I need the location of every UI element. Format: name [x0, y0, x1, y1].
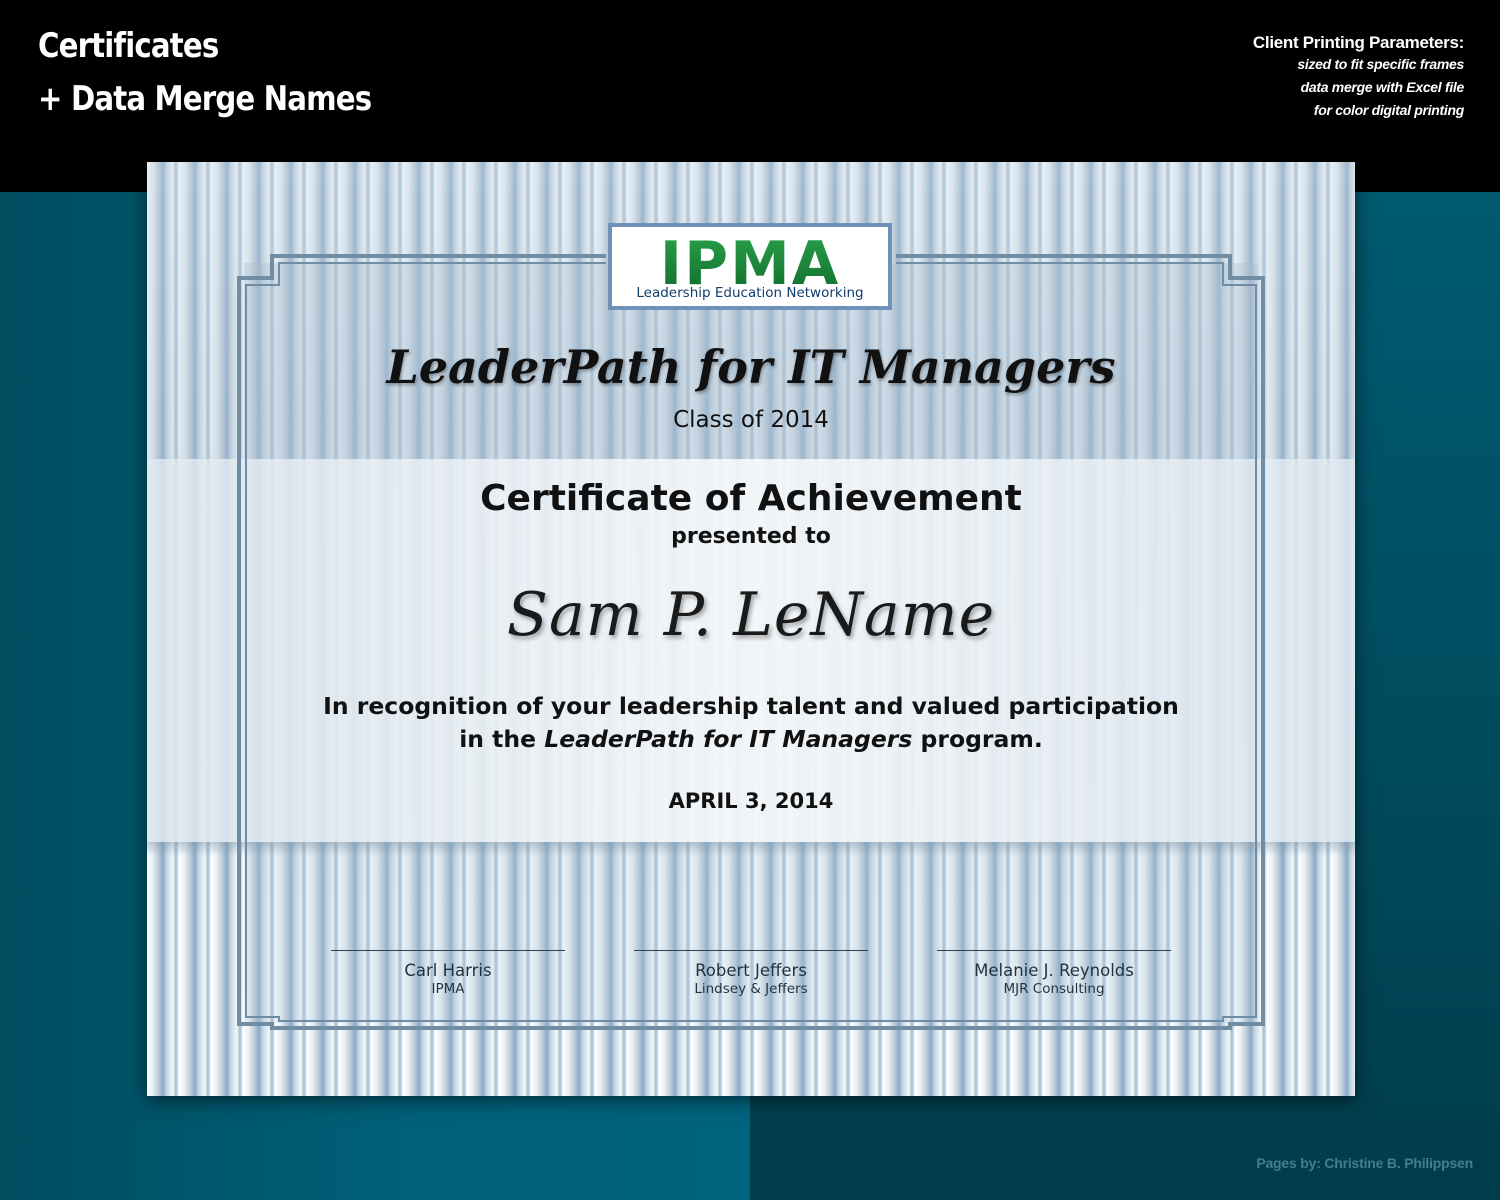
params-line: for color digital printing [1313, 102, 1464, 118]
recognition-program: LeaderPath for IT Managers [544, 725, 913, 753]
signature-block: Melanie J. Reynolds MJR Consulting [937, 950, 1171, 998]
signature-block: Carl Harris IPMA [331, 950, 565, 998]
printing-parameters: Client Printing Parameters: sized to fit… [1253, 33, 1464, 122]
page-title-line2: + Data Merge Names [38, 79, 372, 119]
signatory-org: Lindsey & Jeffers [694, 981, 808, 997]
signature-line [634, 950, 868, 951]
class-of: Class of 2014 [673, 407, 829, 433]
footer-credit: Pages by: Christine B. Philippsen [1256, 1155, 1473, 1171]
signature-line [331, 950, 565, 951]
recognition-text: In recognition of your leadership talent… [147, 690, 1355, 756]
recognition-line1: In recognition of your leadership talent… [323, 692, 1179, 720]
page-title-line1: Certificates [38, 26, 219, 66]
certificate: IPMA Leadership Education Networking Lea… [147, 162, 1355, 1096]
program-title: LeaderPath for IT Managers [386, 340, 1116, 394]
recognition-suffix: program. [920, 725, 1043, 753]
signature-block: Robert Jeffers Lindsey & Jeffers [634, 950, 868, 998]
signatory-name: Carl Harris [404, 961, 492, 980]
logo-tagline: Leadership Education Networking [636, 285, 864, 301]
params-line: data merge with Excel file [1300, 79, 1465, 95]
recognition-line2: in the LeaderPath for IT Managers progra… [147, 723, 1355, 756]
ipma-logo: IPMA Leadership Education Networking [608, 223, 892, 310]
award-date: APRIL 3, 2014 [668, 789, 834, 813]
recognition-prefix: in the [459, 725, 537, 753]
signatory-org: MJR Consulting [1003, 981, 1105, 997]
params-line: sized to fit specific frames [1297, 56, 1464, 72]
signature-line [937, 950, 1171, 951]
signatory-org: IPMA [431, 981, 465, 997]
certificate-title: Certificate of Achievement [480, 478, 1022, 519]
params-heading: Client Printing Parameters: [1252, 33, 1464, 52]
recipient-name: Sam P. LeName [506, 580, 996, 650]
signatory-name: Melanie J. Reynolds [974, 961, 1134, 980]
presented-to: presented to [671, 524, 831, 549]
signatory-name: Robert Jeffers [695, 961, 807, 980]
